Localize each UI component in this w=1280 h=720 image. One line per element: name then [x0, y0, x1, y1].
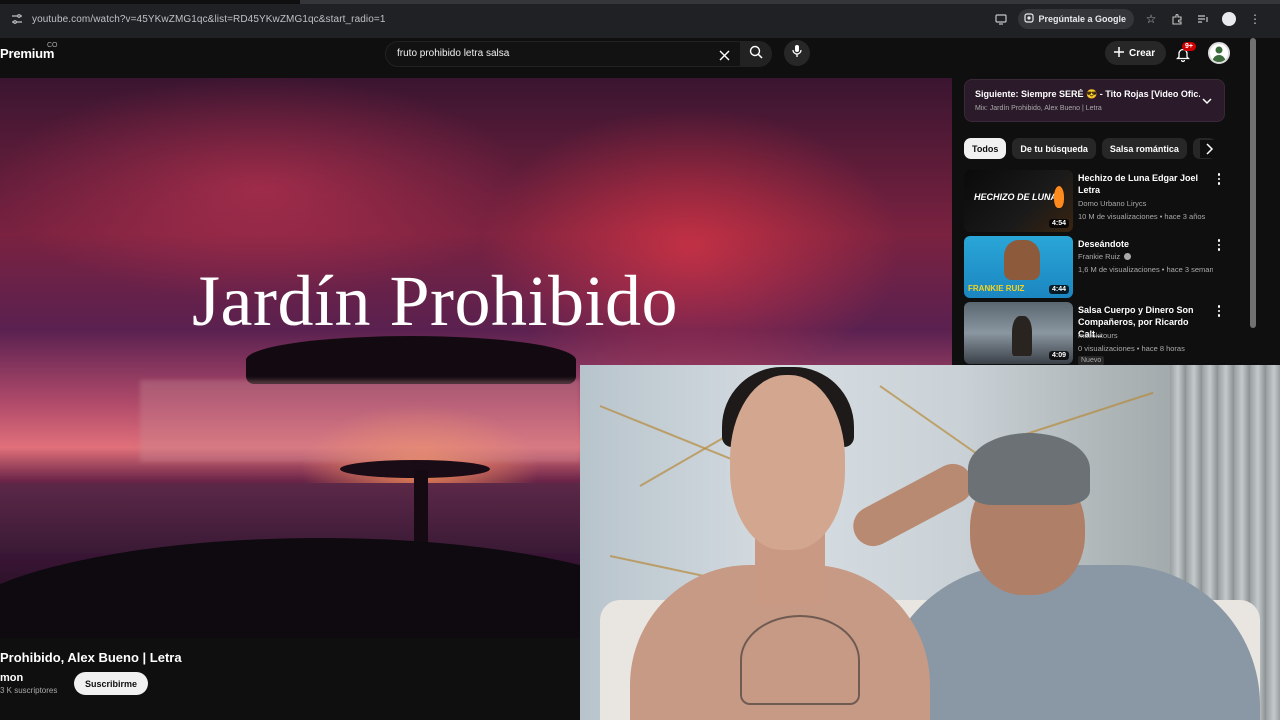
list-item[interactable]: FRANKIE RUIZ 4:44 Deseándote Frankie Rui… [964, 236, 1234, 300]
person-right-arm [846, 456, 980, 554]
thumbnail-figure [1012, 316, 1032, 356]
filter-chips: Todos De tu búsqueda Salsa romántica [964, 138, 1224, 160]
duration-badge: 4:54 [1048, 219, 1069, 228]
rec-meta: 1,6 M de visualizaciones • hace 3 seman.… [1078, 265, 1213, 274]
more-vert-icon[interactable] [1214, 172, 1224, 186]
country-code: CO [47, 42, 58, 49]
tree-trunk [414, 470, 428, 550]
cast-icon[interactable] [992, 10, 1010, 28]
star-icon[interactable]: ☆ [1142, 10, 1160, 28]
person-left-tattoo [740, 615, 860, 705]
webcam-overlay [580, 365, 1280, 720]
search-input[interactable]: fruto prohibido letra salsa [397, 48, 509, 59]
flame-icon [1054, 186, 1064, 208]
profile-icon[interactable] [1220, 10, 1238, 28]
video-title: Prohibido, Alex Bueno | Letra [0, 650, 182, 665]
video-overlay-title: Jardín Prohibido [192, 261, 678, 341]
more-vert-icon[interactable] [1214, 304, 1224, 318]
list-item[interactable]: HECHIZO DE LUNA 4:54 Hechizo de Luna Edg… [964, 170, 1234, 234]
clear-icon[interactable] [714, 45, 734, 65]
address-bar[interactable]: youtube.com/watch?v=45YKwZMG1qc&list=RD4… [4, 6, 1014, 32]
mic-icon [791, 44, 803, 63]
video-thumbnail[interactable]: HECHIZO DE LUNA 4:54 [964, 170, 1073, 232]
chevron-down-icon[interactable] [1200, 94, 1214, 108]
tab-strip [0, 0, 1280, 4]
subscriber-count: 3 K suscriptores [0, 686, 58, 695]
media-icon[interactable] [1194, 10, 1212, 28]
marble-vein [1019, 391, 1154, 437]
duration-badge: 4:44 [1048, 285, 1069, 294]
search-icon [749, 45, 763, 64]
search-bar[interactable]: fruto prohibido letra salsa [385, 41, 772, 67]
chip-from-search[interactable]: De tu búsqueda [1012, 138, 1096, 159]
video-thumbnail[interactable]: 4:09 [964, 302, 1073, 364]
island-silhouette [246, 336, 576, 384]
profile-avatar [1222, 12, 1236, 26]
url-text[interactable]: youtube.com/watch?v=45YKwZMG1qc&list=RD4… [32, 14, 386, 25]
new-badge: Nuevo [1078, 356, 1105, 365]
list-item[interactable]: 4:09 Salsa Cuerpo y Dinero Son Compañero… [964, 302, 1234, 366]
avatar[interactable] [1208, 42, 1230, 64]
blurred-region [140, 380, 580, 462]
chip-all[interactable]: Todos [964, 138, 1007, 159]
voice-search-button[interactable] [784, 40, 810, 66]
person-right-cap [968, 433, 1090, 505]
page-scrollbar[interactable] [1250, 38, 1256, 328]
more-vert-icon[interactable]: ⋮ [1246, 10, 1264, 28]
video-info: Prohibido, Alex Bueno | Letra mon 3 K su… [0, 638, 580, 720]
up-next-title: Siguiente: Siempre SERÉ 😎 - Tito Rojas [… [975, 89, 1200, 99]
up-next-panel[interactable]: Siguiente: Siempre SERÉ 😎 - Tito Rojas [… [964, 79, 1225, 122]
create-label: Crear [1129, 47, 1156, 59]
thumbnail-portrait [1004, 240, 1040, 280]
rec-meta: 10 M de visualizaciones • hace 3 años [1078, 212, 1206, 221]
rec-channel-name: Frankie Ruiz [1078, 252, 1121, 261]
rec-title[interactable]: Hechizo de Luna Edgar Joel Letra [1078, 172, 1214, 196]
youtube-header: Premium CO fruto prohibido letra salsa C… [0, 38, 1250, 76]
channel-name[interactable]: mon [0, 672, 23, 684]
extensions-icon[interactable] [1168, 10, 1186, 28]
chevron-right-icon[interactable] [1200, 140, 1218, 158]
up-next-subtitle: Mix: Jardín Prohibido, Alex Bueno | Letr… [975, 105, 1102, 112]
subscribe-button[interactable]: Suscribirme [74, 672, 149, 695]
person-left-head [730, 375, 845, 550]
rec-title[interactable]: Deseándote [1078, 238, 1214, 250]
rec-meta: 0 visualizaciones • hace 8 horas [1078, 344, 1185, 353]
video-thumbnail[interactable]: FRANKIE RUIZ 4:44 [964, 236, 1073, 298]
browser-actions: Pregúntale a Google ☆ ⋮ [992, 8, 1264, 30]
ask-google-label: Pregúntale a Google [1038, 14, 1126, 24]
rec-channel[interactable]: Frankie Ruiz [1078, 252, 1132, 261]
rec-channel[interactable]: Domo Urbano Lirycs [1078, 199, 1146, 208]
browser-toolbar: youtube.com/watch?v=45YKwZMG1qc&list=RD4… [0, 0, 1280, 38]
search-button[interactable] [740, 42, 772, 66]
google-lens-icon [1024, 13, 1035, 25]
ask-google-button[interactable]: Pregúntale a Google [1018, 9, 1134, 29]
thumbnail-text: FRANKIE RUIZ [968, 284, 1025, 293]
verified-icon [1124, 253, 1132, 260]
tune-icon[interactable] [4, 6, 30, 32]
duration-badge: 4:09 [1048, 351, 1069, 360]
plus-icon [1113, 46, 1125, 61]
rec-channel[interactable]: maikikitours [1078, 331, 1118, 340]
thumbnail-text: HECHIZO DE LUNA [974, 192, 1057, 202]
more-vert-icon[interactable] [1214, 238, 1224, 252]
tab-strip-edge [300, 0, 1280, 4]
notification-badge: 9+ [1182, 42, 1196, 51]
create-button[interactable]: Crear [1105, 41, 1167, 65]
chip-salsa-romantica[interactable]: Salsa romántica [1101, 138, 1187, 159]
